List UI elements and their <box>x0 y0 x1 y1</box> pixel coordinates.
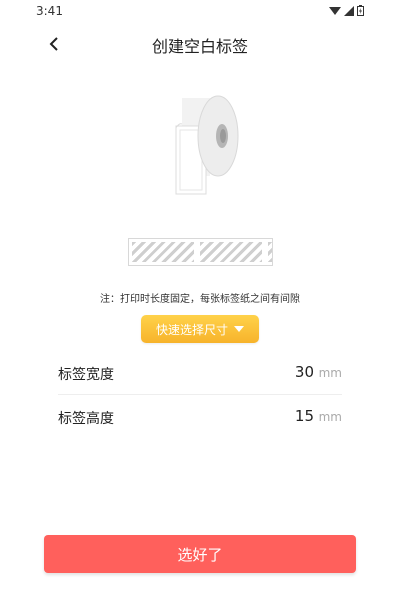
status-bar: 3:41 <box>0 0 400 24</box>
quick-select-label: 快速选择尺寸 <box>155 322 228 337</box>
signal-icon <box>344 5 354 16</box>
label-segment <box>132 242 194 262</box>
label-height-label: 标签高度 <box>58 411 114 427</box>
battery-icon <box>357 5 364 16</box>
label-segment <box>268 242 272 262</box>
page-title: 创建空白标签 <box>151 37 248 56</box>
wifi-icon <box>329 6 341 15</box>
label-height-value[interactable]: 15 <box>295 407 314 425</box>
label-strip-illustration <box>128 238 273 266</box>
note-text: 注：打印时长度固定，每张标签纸之间有间隙 <box>100 294 300 305</box>
caret-down-icon <box>234 326 244 332</box>
label-height-row[interactable]: 标签高度 15 mm <box>58 398 342 438</box>
label-width-row[interactable]: 标签宽度 30 mm <box>58 354 342 394</box>
label-width-value[interactable]: 30 <box>295 363 314 381</box>
label-roll-illustration <box>175 95 239 195</box>
label-segment <box>200 242 262 262</box>
status-time: 3:41 <box>36 4 63 18</box>
label-width-label: 标签宽度 <box>58 367 114 383</box>
label-height-unit: mm <box>318 410 342 424</box>
divider <box>58 394 342 395</box>
app-bar: 创建空白标签 <box>0 26 400 62</box>
quick-select-size-button[interactable]: 快速选择尺寸 <box>141 315 259 343</box>
done-button[interactable]: 选好了 <box>44 535 356 573</box>
label-width-unit: mm <box>318 366 342 380</box>
status-icons <box>329 5 364 16</box>
